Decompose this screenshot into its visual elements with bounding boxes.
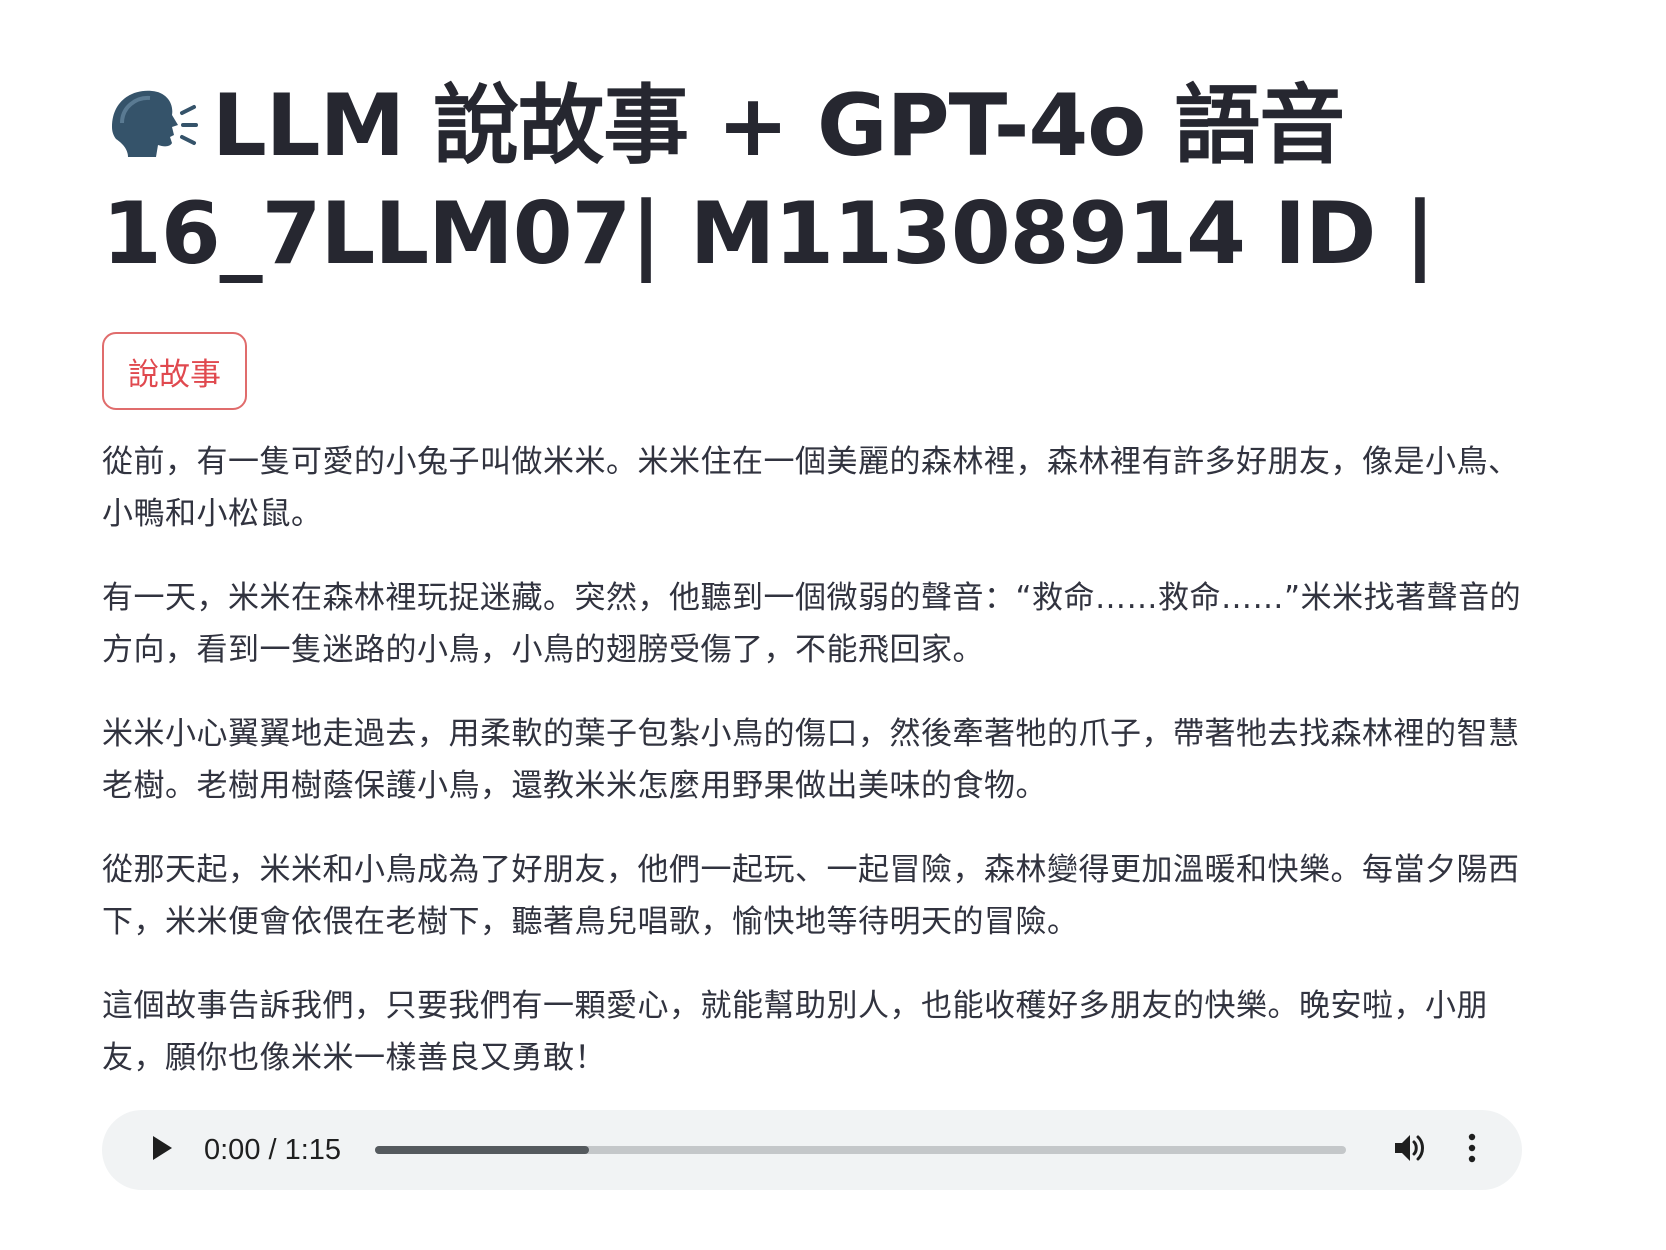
speaking-head-icon [102, 83, 198, 169]
tell-story-button[interactable]: 說故事 [102, 332, 247, 410]
time-display: 0:00 / 1:15 [204, 1133, 342, 1166]
play-button[interactable] [142, 1130, 182, 1170]
title-line-1: LLM 說故事 + GPT-4o 語音 [102, 72, 1522, 180]
story-paragraph: 米米小心翼翼地走過去，用柔軟的葉子包紮小鳥的傷口，然後牽著牠的爪子，帶著牠去找森… [102, 716, 1520, 804]
play-icon [150, 1134, 174, 1166]
page-title: LLM 說故事 + GPT-4o 語音 16_7LLM07| M11308914… [102, 72, 1522, 288]
story-paragraph: 有一天，米米在森林裡玩捉迷藏。突然，他聽到一個微弱的聲音：“救命……救命……”米… [102, 580, 1522, 668]
volume-icon [1393, 1132, 1427, 1168]
buffered-progress [375, 1146, 589, 1154]
story-paragraph: 從那天起，米米和小鳥成為了好朋友，他們一起玩、一起冒險，森林變得更加溫暖和快樂。… [102, 852, 1520, 940]
title-line-2: 16_7LLM07| M11308914 ID | [102, 180, 1522, 288]
story-paragraph: 從前，有一隻可愛的小兔子叫做米米。米米住在一個美麗的森林裡，森林裡有許多好朋友，… [102, 444, 1520, 532]
title-text-line-2: 16_7LLM07| M11308914 ID | [102, 184, 1436, 284]
audio-player: 0:00 / 1:15 [102, 1110, 1522, 1190]
progress-slider[interactable] [375, 1146, 1346, 1154]
more-options-button[interactable] [1452, 1130, 1492, 1170]
volume-button[interactable] [1390, 1130, 1430, 1170]
main-content: LLM 說故事 + GPT-4o 語音 16_7LLM07| M11308914… [102, 72, 1522, 1116]
page: LLM 說故事 + GPT-4o 語音 16_7LLM07| M11308914… [0, 0, 1666, 1250]
more-vertical-icon [1468, 1133, 1476, 1167]
story-text: 從前，有一隻可愛的小兔子叫做米米。米米住在一個美麗的森林裡，森林裡有許多好朋友，… [102, 436, 1522, 1084]
story-paragraph: 這個故事告訴我們，只要我們有一顆愛心，就能幫助別人，也能收穫好多朋友的快樂。晚安… [102, 988, 1488, 1076]
title-text-line-1: LLM 說故事 + GPT-4o 語音 [212, 76, 1345, 176]
